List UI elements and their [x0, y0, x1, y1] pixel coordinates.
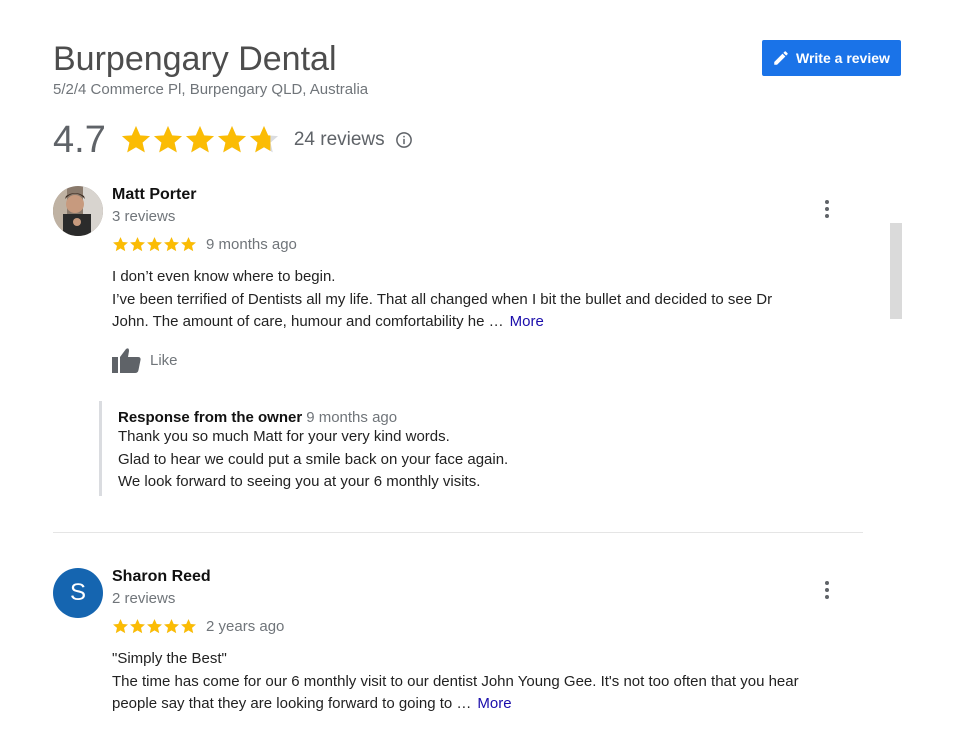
star-icon [130, 237, 145, 252]
review-line-text: people say that they are looking forward… [112, 695, 472, 712]
more-link[interactable]: More [477, 695, 511, 712]
rating-summary: 4.7 24 reviews [53, 118, 413, 162]
star-icon [181, 619, 196, 634]
rating-value: 4.7 [53, 119, 106, 161]
review-line: people say that they are looking forward… [112, 693, 872, 716]
like-label: Like [150, 351, 178, 369]
owner-response: Response from the owner 9 months ago Than… [99, 401, 799, 496]
owner-response-line: Thank you so much Matt for your very kin… [118, 428, 450, 445]
thumbs-up-icon [112, 348, 141, 373]
star-icon [249, 126, 278, 153]
owner-response-header: Response from the owner 9 months ago [118, 409, 799, 426]
business-address: 5/2/4 Commerce Pl, Burpengary QLD, Austr… [53, 81, 369, 98]
review-line: I’ve been terrified of Dentists all my l… [112, 290, 773, 308]
review-line-text: John. The amount of care, humour and com… [112, 313, 504, 330]
review-stars [112, 236, 197, 253]
owner-response-date: 9 months ago [306, 409, 398, 426]
like-button[interactable]: Like [112, 347, 178, 373]
reviewer-name[interactable]: Sharon Reed [112, 568, 211, 586]
star-icon [147, 619, 162, 634]
avatar[interactable]: S [53, 568, 103, 618]
star-icon [164, 237, 179, 252]
star-icon [217, 126, 246, 153]
review-date: 9 months ago [206, 236, 297, 253]
rating-stars [120, 124, 280, 156]
reviewer-review-count: 3 reviews [112, 208, 176, 225]
review-line: John. The amount of care, humour and com… [112, 311, 872, 334]
star-icon [147, 237, 162, 252]
review-item: Matt Porter 3 reviews 9 months ago I don… [53, 186, 863, 506]
review-line: I don’t even know where to begin. [112, 268, 336, 285]
review-divider [53, 532, 863, 533]
star-icon [181, 237, 196, 252]
scrollbar-thumb[interactable] [890, 223, 902, 319]
more-options-icon[interactable] [819, 198, 835, 220]
review-stars [112, 618, 197, 635]
owner-response-title: Response from the owner [118, 409, 303, 426]
review-count-link[interactable]: 24 reviews [294, 129, 385, 151]
business-title: Burpengary Dental [53, 40, 337, 78]
review-text: "Simply the Best" The time has come for … [112, 648, 872, 716]
review-rating: 9 months ago [112, 236, 297, 253]
star-icon [153, 126, 182, 153]
star-icon [113, 619, 128, 634]
pencil-icon [774, 51, 788, 65]
write-review-button[interactable]: Write a review [762, 40, 901, 76]
star-icon [130, 619, 145, 634]
review-line: The time has come for our 6 monthly visi… [112, 672, 799, 690]
more-options-icon[interactable] [819, 579, 835, 601]
star-icon [121, 126, 150, 153]
owner-response-line: Glad to hear we could put a smile back o… [118, 450, 509, 468]
reviewer-review-count: 2 reviews [112, 590, 176, 607]
star-icon [185, 126, 214, 153]
more-link[interactable]: More [510, 313, 544, 330]
review-item: S Sharon Reed 2 reviews 2 years ago "Sim… [53, 568, 863, 718]
review-rating: 2 years ago [112, 618, 284, 635]
info-icon[interactable] [395, 131, 413, 149]
owner-response-line: We look forward to seeing you at your 6 … [118, 473, 481, 490]
review-text: I don’t even know where to begin. I’ve b… [112, 266, 872, 334]
star-icon [113, 237, 128, 252]
review-date: 2 years ago [206, 618, 285, 635]
avatar[interactable] [53, 186, 103, 236]
review-line: "Simply the Best" [112, 650, 227, 667]
write-review-label: Write a review [796, 50, 890, 66]
star-icon [164, 619, 179, 634]
reviewer-name[interactable]: Matt Porter [112, 186, 196, 204]
